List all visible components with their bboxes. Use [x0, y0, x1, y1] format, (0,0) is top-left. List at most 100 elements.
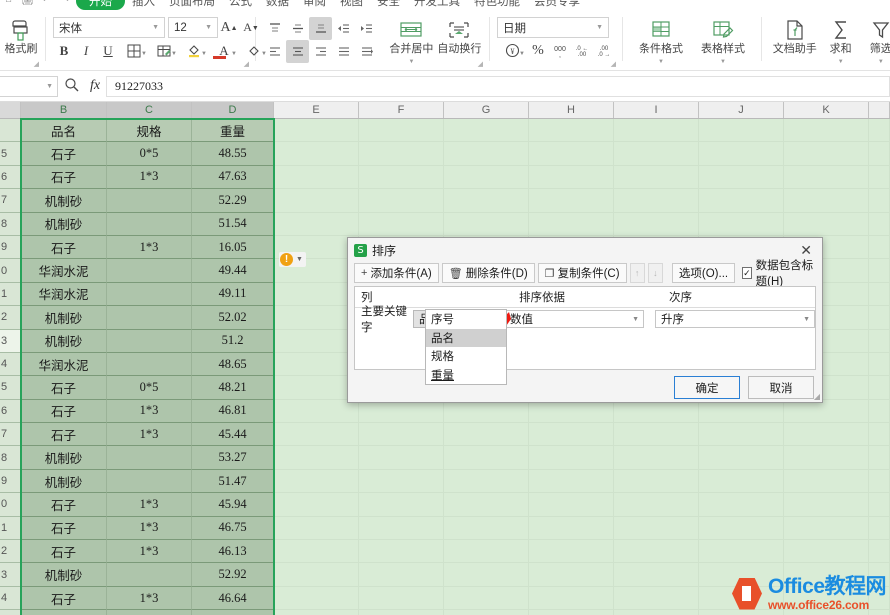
ok-button[interactable]: 确定 [674, 376, 740, 399]
empty-cell[interactable] [274, 610, 359, 615]
empty-cell[interactable] [529, 423, 614, 446]
data-cell[interactable]: 48.21 [192, 376, 274, 399]
table-row[interactable]: 9机制砂51.47 [0, 470, 890, 493]
data-cell[interactable]: 46.75 [192, 517, 274, 540]
chevron-down-icon[interactable]: ▼ [296, 256, 303, 263]
table-row[interactable]: 8机制砂 53.27 [0, 446, 890, 469]
empty-cell[interactable] [614, 446, 699, 469]
row-header[interactable]: 5 [0, 610, 21, 615]
number-format-combo[interactable]: 日期 ▼ [497, 17, 609, 38]
data-cell[interactable]: 石子 [21, 400, 107, 423]
data-cell[interactable] [107, 470, 192, 493]
data-cell[interactable]: 53.06 [192, 610, 274, 615]
column-title-cell[interactable]: 重量 [192, 119, 274, 142]
empty-cell[interactable] [444, 563, 529, 586]
empty-cell[interactable] [784, 166, 869, 189]
empty-cell[interactable] [784, 189, 869, 212]
empty-cell[interactable] [869, 119, 890, 142]
column-header-I[interactable]: I [614, 102, 699, 118]
empty-cell[interactable] [359, 610, 444, 615]
redo-icon[interactable]: ↷ [57, 0, 74, 9]
data-cell[interactable] [107, 283, 192, 306]
empty-cell[interactable] [699, 142, 784, 165]
increase-decimal-button[interactable]: .0 ←.00 [571, 40, 593, 62]
empty-cell[interactable] [614, 423, 699, 446]
tab-insert[interactable]: 插入 [125, 0, 162, 9]
data-cell[interactable]: 机制砂 [21, 563, 107, 586]
table-row[interactable]: 6石子1*346.81 [0, 400, 890, 423]
empty-cell[interactable] [869, 423, 890, 446]
empty-cell[interactable] [614, 540, 699, 563]
column-header-G[interactable]: G [444, 102, 529, 118]
empty-cell[interactable] [869, 283, 890, 306]
empty-cell[interactable] [869, 493, 890, 516]
data-cell[interactable]: 53.27 [192, 446, 274, 469]
empty-cell[interactable] [699, 423, 784, 446]
empty-cell[interactable] [444, 423, 529, 446]
empty-cell[interactable] [869, 376, 890, 399]
empty-cell[interactable] [784, 213, 869, 236]
row-header[interactable]: 4 [0, 587, 21, 610]
row-header[interactable]: 5 [0, 376, 21, 399]
data-cell[interactable] [107, 563, 192, 586]
empty-cell[interactable] [784, 423, 869, 446]
row-header[interactable]: 7 [0, 189, 21, 212]
row-header[interactable]: 8 [0, 446, 21, 469]
data-cell[interactable]: 机制砂 [21, 446, 107, 469]
data-cell[interactable]: 49.11 [192, 283, 274, 306]
data-cell[interactable]: 52.29 [192, 189, 274, 212]
data-cell[interactable]: 石子 [21, 166, 107, 189]
has-header-checkbox[interactable]: ✓ 数据包含标题(H) [742, 257, 816, 289]
row-header[interactable]: 0 [0, 259, 21, 282]
column-header-J[interactable]: J [699, 102, 784, 118]
name-box[interactable]: ▼ [0, 76, 58, 97]
data-cell[interactable]: 石子 [21, 540, 107, 563]
data-cell[interactable]: 1*3 [107, 517, 192, 540]
sort-basis-select[interactable]: 数值 ▼ [504, 310, 644, 328]
data-cell[interactable]: 48.65 [192, 353, 274, 376]
table-row[interactable]: 0石子1*345.94 [0, 493, 890, 516]
empty-cell[interactable] [614, 142, 699, 165]
search-icon[interactable] [58, 77, 84, 95]
data-cell[interactable]: 1*3 [107, 493, 192, 516]
distribute-icon[interactable] [355, 40, 378, 63]
empty-cell[interactable] [614, 166, 699, 189]
add-condition-button[interactable]: + 添加条件(A) [354, 263, 439, 283]
empty-cell[interactable] [699, 213, 784, 236]
data-cell[interactable]: 华润水泥 [21, 353, 107, 376]
close-icon[interactable]: ✕ [796, 242, 816, 259]
undo-icon[interactable]: ↶ [38, 0, 55, 9]
empty-cell[interactable] [274, 142, 359, 165]
data-cell[interactable]: 52.92 [192, 563, 274, 586]
empty-cell[interactable] [359, 142, 444, 165]
data-cell[interactable]: 51.2 [192, 330, 274, 353]
tab-developer[interactable]: 开发工具 [407, 0, 467, 9]
empty-cell[interactable] [359, 166, 444, 189]
row-header[interactable]: 6 [0, 166, 21, 189]
row-header[interactable]: 7 [0, 423, 21, 446]
align-bottom-icon[interactable] [309, 17, 332, 40]
comma-format-button[interactable]: 000, [549, 40, 571, 62]
data-cell[interactable]: 47.63 [192, 166, 274, 189]
table-row[interactable]: 品名规格重量 [0, 119, 890, 142]
fx-icon[interactable]: fx [84, 78, 106, 94]
empty-cell[interactable] [444, 142, 529, 165]
data-cell[interactable]: 石子 [21, 142, 107, 165]
options-button[interactable]: 选项(O)... [672, 263, 735, 283]
empty-cell[interactable] [869, 517, 890, 540]
empty-cell[interactable] [614, 587, 699, 610]
tab-features[interactable]: 特色功能 [467, 0, 527, 9]
fill-color-button[interactable]: ▼ [179, 40, 209, 62]
row-header[interactable]: 1 [0, 283, 21, 306]
empty-cell[interactable] [869, 166, 890, 189]
row-header[interactable]: 9 [0, 470, 21, 493]
empty-cell[interactable] [614, 400, 699, 423]
empty-cell[interactable] [869, 236, 890, 259]
empty-cell[interactable] [274, 493, 359, 516]
grow-font-icon[interactable]: A▲ [218, 17, 240, 39]
tab-formula[interactable]: 公式 [222, 0, 259, 9]
conditional-format-button[interactable]: 条件格式 ▼ [630, 13, 692, 69]
empty-cell[interactable] [614, 213, 699, 236]
table-row[interactable]: 7机制砂52.29 [0, 189, 890, 212]
tab-review[interactable]: 审阅 [296, 0, 333, 9]
